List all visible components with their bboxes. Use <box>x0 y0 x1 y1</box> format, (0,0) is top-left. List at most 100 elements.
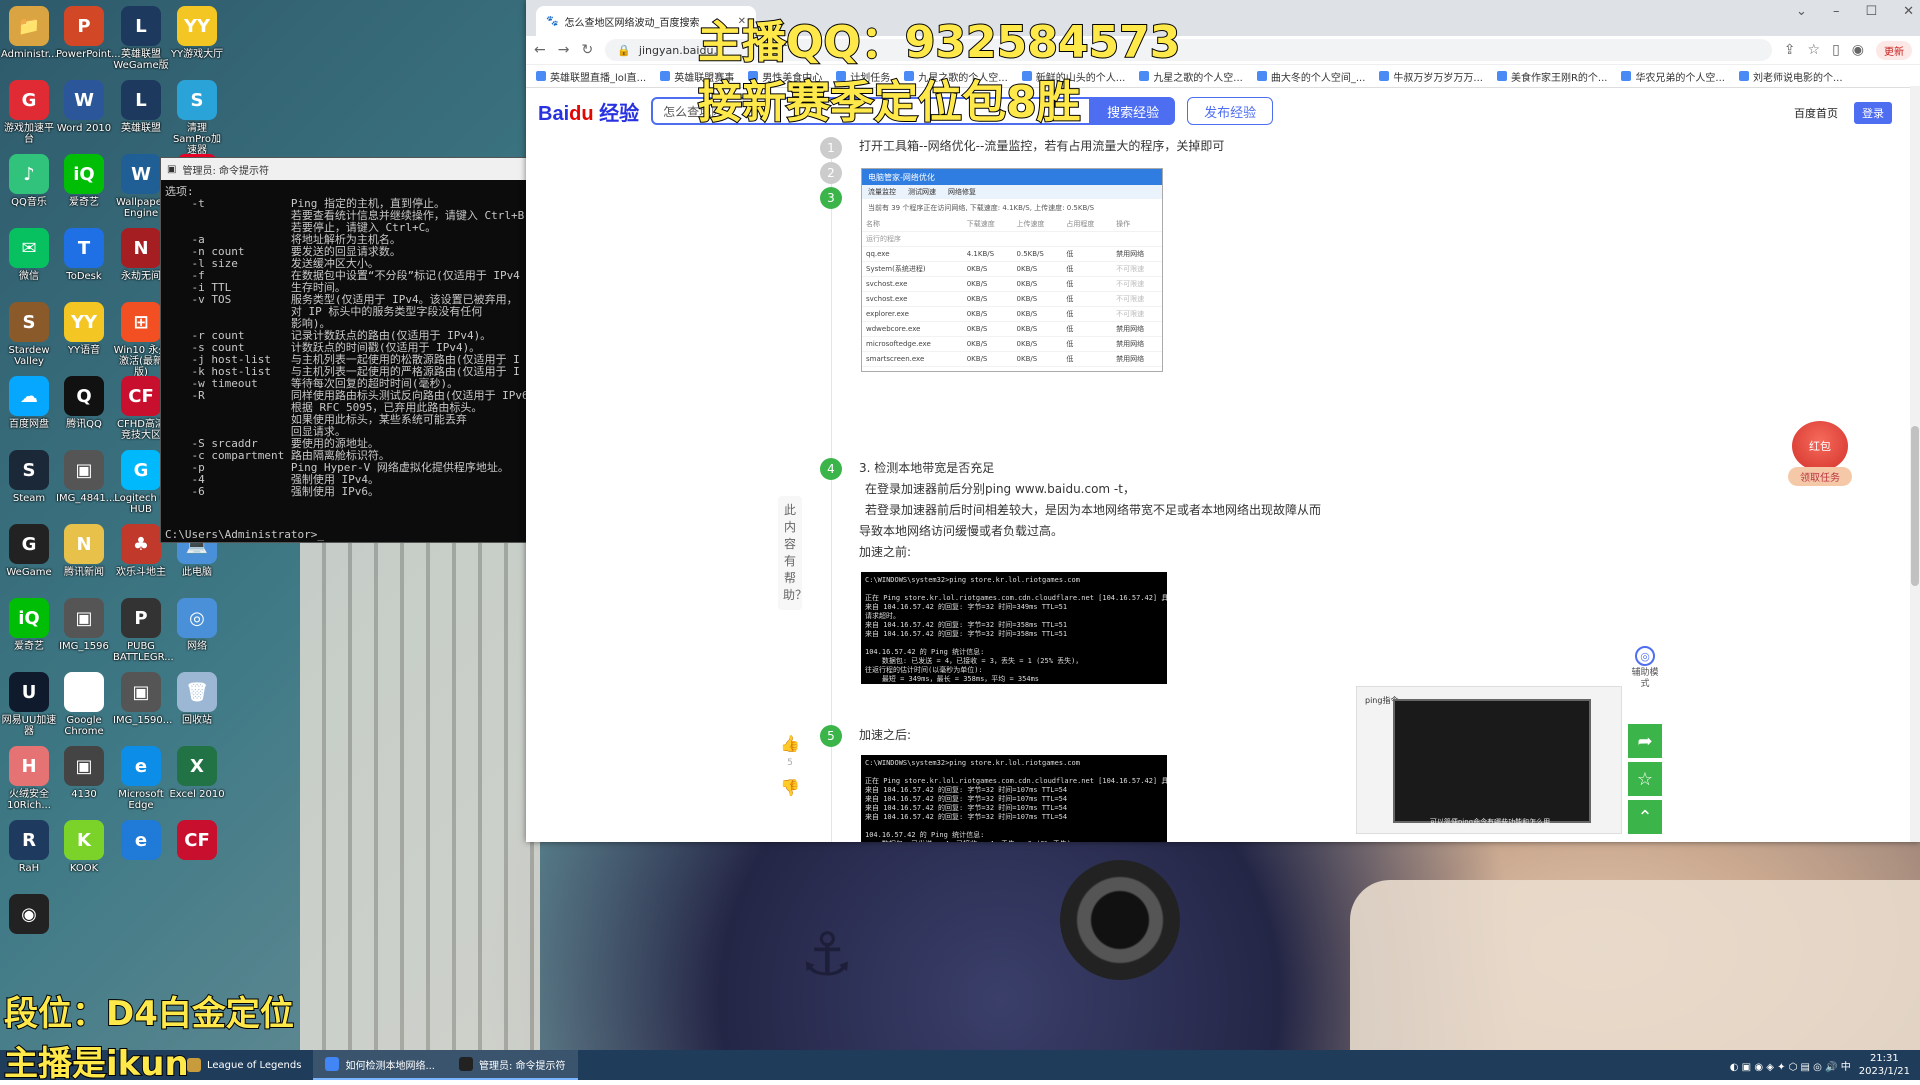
desktop-icon[interactable]: iQ 爱奇艺 <box>56 154 112 208</box>
desktop-icon[interactable]: S Steam <box>1 450 57 504</box>
minimize-icon[interactable]: – <box>1833 4 1840 19</box>
bookmark-item[interactable]: 牛叔万岁万岁万万... <box>1379 69 1483 84</box>
desktop-icon[interactable]: ▣ IMG_1590... <box>113 672 172 726</box>
desktop-icon[interactable]: e Microsoft Edge <box>113 746 169 811</box>
desktop-icon[interactable]: X Excel 2010 <box>169 746 225 800</box>
desktop-icon[interactable]: P PUBG BATTLEGR... <box>113 598 174 663</box>
red-packet-widget[interactable]: 红包 领取任务 <box>1788 421 1852 486</box>
desktop-icon[interactable]: W Word 2010 <box>56 80 112 134</box>
desktop-icon[interactable]: 🗑 回收站 <box>169 672 225 726</box>
desktop-icon[interactable]: ▣ IMG_1596 <box>56 598 112 652</box>
taskbar-app-icon <box>187 1058 201 1072</box>
scrollbar-thumb[interactable] <box>1911 426 1919 586</box>
back-to-top-icon[interactable]: ⌃ <box>1628 800 1662 834</box>
pc-manager-action[interactable]: 不可限速 <box>1112 261 1162 277</box>
pc-manager-tab[interactable]: 网络修复 <box>948 187 976 197</box>
app-icon: L <box>121 80 161 120</box>
terminal-after-screenshot[interactable]: C:\WINDOWS\system32>ping store.kr.lol.ri… <box>861 755 1167 842</box>
pc-manager-action[interactable]: 不可限速 <box>1112 291 1162 307</box>
bookmark-item[interactable]: 曲大冬的个人空间_... <box>1256 69 1365 84</box>
pc-manager-tab[interactable]: 测试网速 <box>908 187 936 197</box>
page-content[interactable]: Baidu 经验 怎么查地区 搜索经验 发布经验 百度首页 登录 1 2 3 打… <box>526 86 1920 842</box>
pc-manager-tab[interactable]: 流量监控 <box>868 187 896 197</box>
desktop-icon[interactable]: U 网易UU加速器 <box>1 672 57 737</box>
share-arrow-icon[interactable]: ➦ <box>1628 724 1662 758</box>
bookmark-item[interactable]: 九星之歌的个人空... <box>1139 69 1243 84</box>
cmd-prompt[interactable]: C:\Users\Administrator>_ <box>165 528 324 541</box>
app-icon: ⊞ <box>121 302 161 342</box>
update-button[interactable]: 更新 <box>1876 40 1912 60</box>
desktop-icon[interactable]: ▣ IMG_4841... <box>56 450 115 504</box>
pc-manager-action[interactable]: 禁用网络 <box>1112 336 1162 352</box>
desktop-icon[interactable]: R RaH <box>1 820 57 874</box>
bookmark-item[interactable]: 英雄联盟直播_lol直... <box>536 69 646 84</box>
cmd-output[interactable]: 选项: -t Ping 指定的主机，直到停止。 若要查看统计信息并继续操作，请键… <box>161 180 527 504</box>
bookmark-item[interactable]: 华农兄弟的个人空... <box>1621 69 1725 84</box>
desktop-icon[interactable]: L 英雄联盟WeGame版 <box>113 6 169 71</box>
pc-manager-screenshot[interactable]: 电脑管家-网络优化 流量监控 测试网速 网络修复 当前有 39 个程序正在访问网络,… <box>861 168 1163 372</box>
desktop-icon[interactable]: P PowerPoint... <box>56 6 121 60</box>
desktop-icon[interactable]: ☁ 百度网盘 <box>1 376 57 430</box>
favorite-star-icon[interactable]: ☆ <box>1628 762 1662 796</box>
assist-mode-button[interactable]: ◎ 辅助模式 <box>1628 646 1662 690</box>
star-icon[interactable]: ☆ <box>1808 42 1821 58</box>
desktop-icon[interactable]: G WeGame <box>1 524 57 578</box>
desktop-icon[interactable]: Q 腾讯QQ <box>56 376 112 430</box>
thumbs-down-icon[interactable]: 👎 <box>778 778 802 797</box>
video-preview[interactable]: ping指令 可以简便ping命令有哪些功能和怎么用 <box>1356 686 1622 834</box>
terminal-before-screenshot[interactable]: C:\WINDOWS\system32>ping store.kr.lol.ri… <box>861 572 1167 684</box>
desktop-icon[interactable]: G 游戏加速平台 <box>1 80 57 145</box>
share-icon[interactable]: ⇪ <box>1784 42 1796 58</box>
desktop-icon[interactable]: ▣ 4130 <box>56 746 112 800</box>
publish-button[interactable]: 发布经验 <box>1187 97 1274 125</box>
login-button[interactable]: 登录 <box>1854 102 1892 124</box>
desktop-icon[interactable]: YY YY游戏大厅 <box>169 6 225 60</box>
taskbar-item[interactable]: 如何检测本地网络... <box>313 1050 447 1080</box>
baidu-jingyan-logo[interactable]: Baidu 经验 <box>538 97 639 126</box>
desktop-icon[interactable]: N 腾讯新闻 <box>56 524 112 578</box>
sidebar-icon[interactable]: ▯ <box>1832 42 1840 58</box>
chevron-down-icon[interactable]: ⌄ <box>1796 4 1807 19</box>
close-icon[interactable]: ✕ <box>1903 4 1914 19</box>
desktop-icon[interactable]: ◎ 网络 <box>169 598 225 652</box>
desktop-icon[interactable]: YY YY语音 <box>56 302 112 356</box>
desktop-icon[interactable]: H 火绒安全 10Rich... <box>1 746 57 811</box>
desktop-icon[interactable]: S 清理SamPro加速器 <box>169 80 225 156</box>
maximize-icon[interactable]: ☐ <box>1865 4 1877 19</box>
thumbs-up-icon[interactable]: 👍 <box>778 734 802 753</box>
table-cell: 低 <box>1062 291 1113 307</box>
desktop-icon[interactable]: ◉ <box>1 894 57 937</box>
search-button[interactable]: 搜索经验 <box>1091 97 1176 125</box>
pc-manager-action[interactable]: 不可限速 <box>1112 276 1162 292</box>
back-icon[interactable]: ← <box>534 42 546 58</box>
pc-manager-action[interactable]: 禁用网络 <box>1112 246 1162 262</box>
desktop-icon[interactable]: 📁 Administr... <box>1 6 58 60</box>
pc-manager-action[interactable]: 禁用网络 <box>1112 321 1162 337</box>
desktop-icon[interactable]: L 英雄联盟 <box>113 80 169 134</box>
pc-manager-action[interactable]: 不可限速 <box>1112 306 1162 322</box>
desktop-icon[interactable]: e <box>113 820 169 863</box>
cmd-window[interactable]: ▣ 管理员: 命令提示符 选项: -t Ping 指定的主机，直到停止。 若要查… <box>160 157 528 543</box>
desktop-icon[interactable]: iQ 爱奇艺 <box>1 598 57 652</box>
home-link[interactable]: 百度首页 <box>1794 105 1838 121</box>
bookmark-item[interactable]: 美食作家王刚R的个... <box>1496 69 1607 84</box>
tray-icons[interactable]: ◐ ▣ ◉ ◈ ✦ ⬡ ▤ ◎ 🔊 中 <box>1730 1058 1851 1073</box>
desktop-icon[interactable]: S Stardew Valley <box>1 302 57 367</box>
desktop-icon[interactable]: ◎ Google Chrome <box>56 672 112 737</box>
cmd-titlebar[interactable]: ▣ 管理员: 命令提示符 <box>161 158 527 180</box>
bookmark-item[interactable]: 刘老师说电影的个... <box>1738 69 1843 84</box>
page-scrollbar[interactable] <box>1910 86 1920 842</box>
reload-icon[interactable]: ↻ <box>581 42 593 58</box>
desktop-icon[interactable]: ✉ 微信 <box>1 228 57 282</box>
profile-icon[interactable]: ◉ <box>1852 42 1864 58</box>
taskbar-item[interactable]: League of Legends <box>175 1050 313 1080</box>
taskbar-item[interactable]: 管理员: 命令提示符 <box>447 1050 578 1080</box>
desktop-icon[interactable]: ♪ QQ音乐 <box>1 154 57 208</box>
desktop-icon[interactable]: CF <box>169 820 225 863</box>
clock[interactable]: 21:31 2023/1/21 <box>1859 1052 1910 1078</box>
desktop-icon[interactable]: K KOOK <box>56 820 112 874</box>
forward-icon[interactable]: → <box>558 42 570 58</box>
app-icon: Q <box>64 376 104 416</box>
desktop-icon[interactable]: T ToDesk <box>56 228 112 282</box>
pc-manager-action[interactable]: 禁用网络 <box>1112 351 1162 367</box>
